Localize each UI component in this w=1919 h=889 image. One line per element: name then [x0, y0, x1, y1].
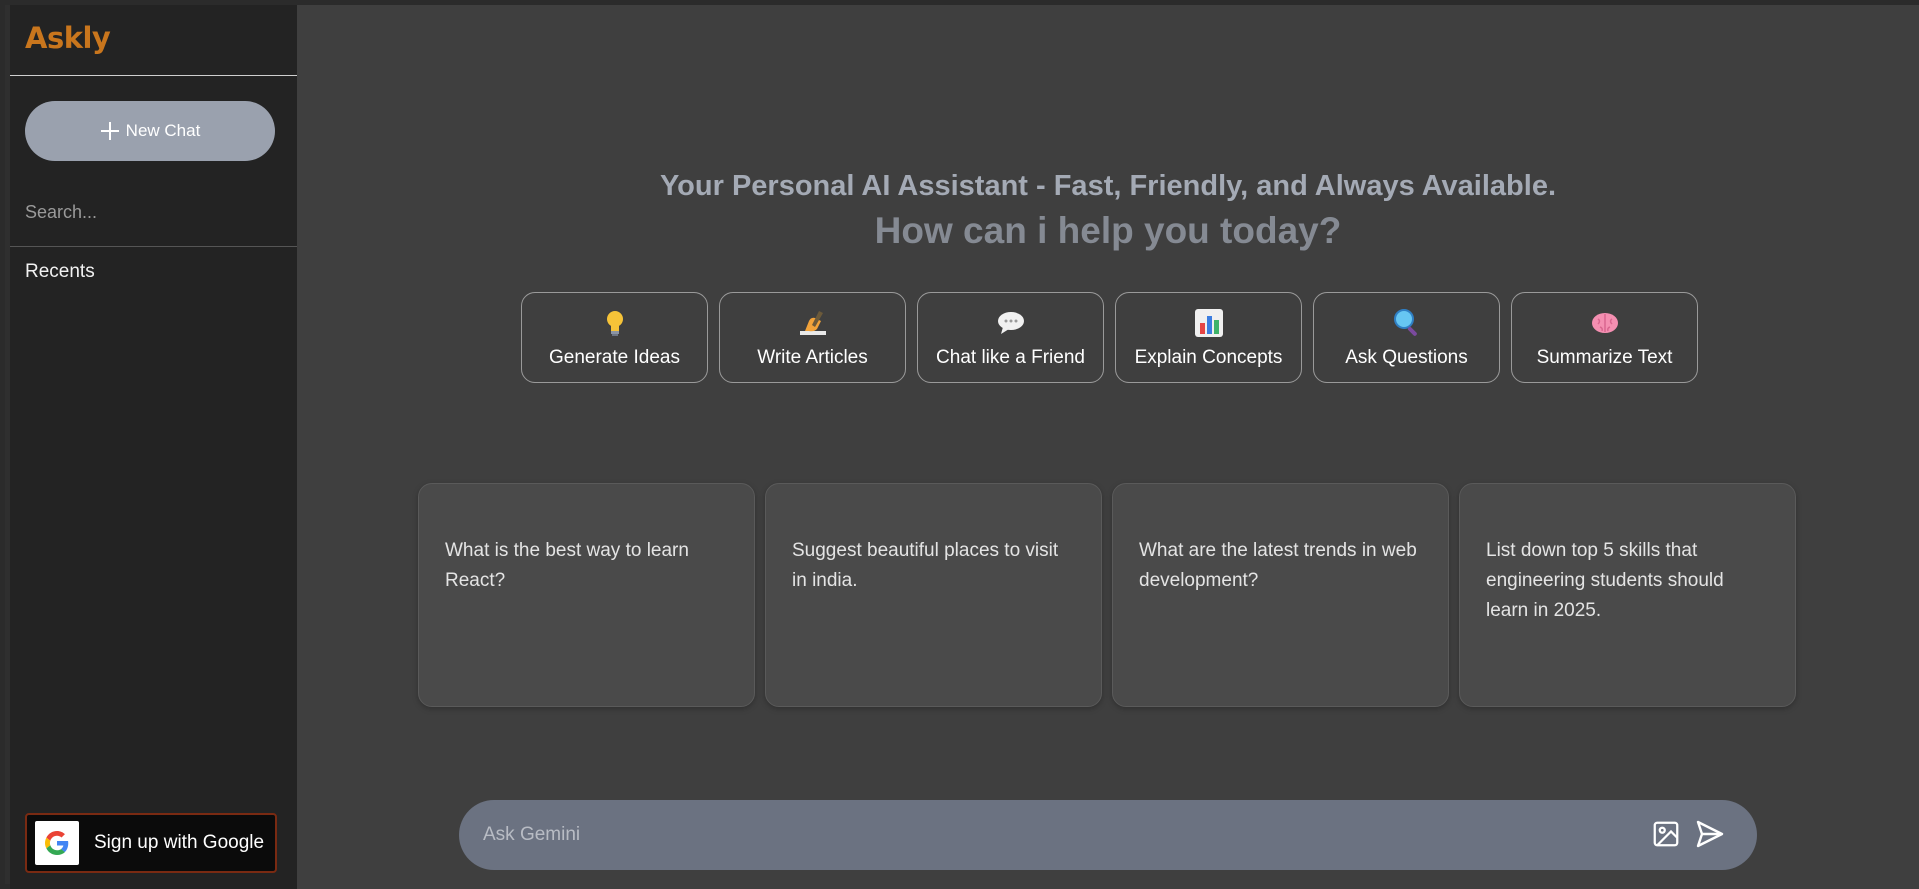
chip-label: Ask Questions — [1345, 346, 1468, 368]
google-icon — [35, 821, 79, 865]
suggestion-card[interactable]: What are the latest trends in web develo… — [1112, 483, 1449, 707]
chip-generate-ideas[interactable]: Generate Ideas — [521, 292, 708, 383]
search-divider — [10, 246, 297, 247]
google-signup-button[interactable]: Sign up with Google — [25, 813, 277, 873]
search-input[interactable] — [25, 197, 280, 227]
suggestion-text: What are the latest trends in web develo… — [1139, 540, 1417, 591]
image-icon — [1653, 821, 1679, 846]
app-logo[interactable]: Askly — [25, 21, 111, 55]
tagline: Your Personal AI Assistant - Fast, Frien… — [659, 170, 1557, 202]
google-signup-label: Sign up with Google — [94, 832, 265, 853]
suggestion-text: Suggest beautiful places to visit in ind… — [792, 540, 1059, 591]
quick-actions: Generate Ideas Write Articles Chat like … — [521, 292, 1698, 383]
suggestion-cards: What is the best way to learn React? Sug… — [418, 483, 1796, 707]
new-chat-label: New Chat — [125, 121, 201, 140]
suggestion-card[interactable]: List down top 5 skills that engineering … — [1459, 483, 1796, 707]
magnifier-icon — [1393, 308, 1417, 336]
chip-explain-concepts[interactable]: Explain Concepts — [1115, 292, 1302, 383]
new-chat-button[interactable]: New Chat — [25, 101, 275, 161]
chip-ask-questions[interactable]: Ask Questions — [1313, 292, 1500, 383]
prompt-bar — [459, 800, 1757, 870]
lightbulb-icon — [606, 310, 623, 336]
send-icon — [1696, 820, 1724, 847]
plus-icon — [100, 121, 120, 141]
app-window: Askly New Chat Recents Sign up with Goog… — [0, 0, 1919, 889]
send-button[interactable] — [1692, 817, 1728, 853]
brain-icon — [1591, 312, 1618, 333]
chip-label: Generate Ideas — [549, 346, 680, 368]
suggestion-card[interactable]: Suggest beautiful places to visit in ind… — [765, 483, 1102, 707]
chip-label: Chat like a Friend — [936, 346, 1085, 368]
chip-summarize-text[interactable]: Summarize Text — [1511, 292, 1698, 383]
brand-divider — [10, 75, 297, 76]
writing-hand-icon — [799, 310, 826, 335]
suggestion-card[interactable]: What is the best way to learn React? — [418, 483, 755, 707]
chip-write-articles[interactable]: Write Articles — [719, 292, 906, 383]
chip-label: Write Articles — [757, 346, 868, 368]
recents-heading: Recents — [25, 261, 95, 282]
chip-label: Summarize Text — [1536, 346, 1673, 368]
image-upload-button[interactable] — [1648, 817, 1684, 853]
bar-chart-icon — [1194, 308, 1223, 337]
main-area: Your Personal AI Assistant - Fast, Frien… — [297, 5, 1919, 889]
chip-chat-friend[interactable]: Chat like a Friend — [917, 292, 1104, 383]
suggestion-text: What is the best way to learn React? — [445, 540, 689, 591]
suggestion-text: List down top 5 skills that engineering … — [1486, 540, 1724, 621]
speech-bubble-icon — [997, 311, 1024, 334]
prompt-input[interactable] — [483, 820, 1583, 850]
sidebar: Askly New Chat Recents Sign up with Goog… — [10, 5, 297, 889]
chip-label: Explain Concepts — [1134, 346, 1283, 368]
headline: How can i help you today? — [874, 210, 1342, 251]
